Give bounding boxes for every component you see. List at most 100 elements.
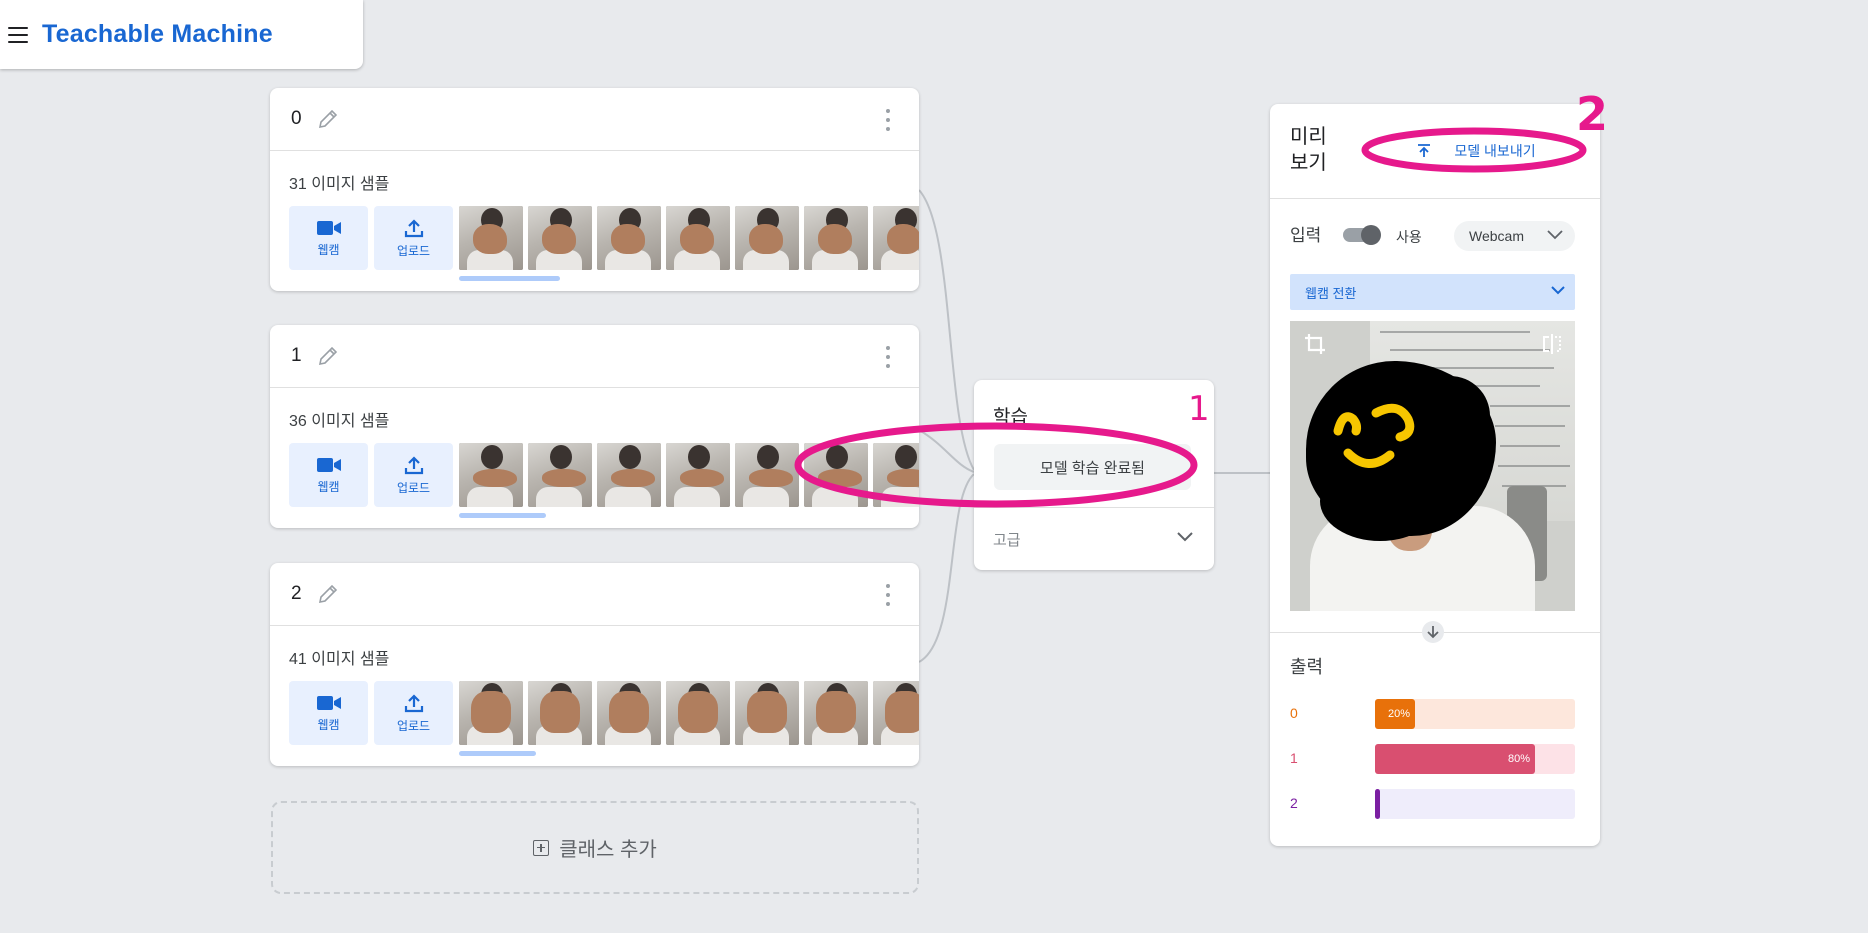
- top-bar: Teachable Machine: [0, 0, 363, 69]
- sample-thumbnails: [459, 681, 919, 745]
- toggle-knob: [1361, 225, 1381, 245]
- pencil-edit-icon[interactable]: [316, 582, 340, 606]
- divider: [1270, 198, 1600, 199]
- training-title: 학습: [993, 407, 1028, 428]
- chevron-down-icon: [1551, 286, 1565, 295]
- output-row-0: 0 20%: [1290, 699, 1575, 729]
- upload-button[interactable]: 업로드: [374, 206, 453, 270]
- class-card-header: 2: [270, 563, 919, 626]
- input-label: 입력: [1290, 226, 1322, 245]
- export-model-button[interactable]: 모델 내보내기: [1367, 133, 1585, 169]
- chevron-down-icon[interactable]: [1176, 530, 1194, 542]
- confidence-track: 80%: [1375, 744, 1575, 774]
- sample-thumbnail[interactable]: [666, 206, 730, 270]
- sample-thumbnail[interactable]: [459, 206, 523, 270]
- preview-card: 미리 보기 모델 내보내기 입력 사용 Webcam 웹캠 전환 출력 0 20…: [1270, 104, 1600, 846]
- flip-icon[interactable]: [1541, 333, 1563, 355]
- sample-thumbnail[interactable]: [597, 206, 661, 270]
- add-box-icon: [533, 839, 550, 856]
- output-label: 출력: [1290, 657, 1324, 677]
- video-camera-icon: [316, 695, 341, 710]
- sample-thumbnail[interactable]: [666, 443, 730, 507]
- add-class-button[interactable]: 클래스 추가: [271, 801, 919, 894]
- doodle-face-drawing: [1333, 403, 1415, 468]
- upload-icon: [404, 693, 423, 712]
- sample-count: 31 이미지 샘플: [289, 176, 390, 193]
- sample-thumbnail[interactable]: [735, 443, 799, 507]
- training-card: 학습 모델 학습 완료됨 고급: [974, 380, 1214, 570]
- pencil-edit-icon[interactable]: [316, 344, 340, 368]
- upload-icon: [404, 455, 423, 474]
- thumbnail-scrollbar[interactable]: [459, 513, 546, 518]
- sample-thumbnail[interactable]: [597, 681, 661, 745]
- sample-thumbnail[interactable]: [873, 681, 919, 745]
- class-name[interactable]: 2: [291, 583, 302, 605]
- class-card-0: 0 31 이미지 샘플 웹캠 업로드: [270, 88, 919, 291]
- divider: [974, 507, 1214, 508]
- upload-button[interactable]: 업로드: [374, 681, 453, 745]
- upload-button[interactable]: 업로드: [374, 443, 453, 507]
- video-camera-icon: [316, 220, 341, 235]
- thumbnail-scrollbar[interactable]: [459, 751, 536, 756]
- sample-thumbnails: [459, 443, 919, 507]
- sample-thumbnail[interactable]: [528, 681, 592, 745]
- class-name[interactable]: 0: [291, 108, 302, 130]
- export-upload-icon: [1418, 144, 1431, 157]
- sample-thumbnail[interactable]: [735, 681, 799, 745]
- wire-class-1: [918, 429, 975, 473]
- sample-thumbnail[interactable]: [804, 443, 868, 507]
- more-options-icon[interactable]: [885, 109, 891, 131]
- sample-thumbnail[interactable]: [666, 681, 730, 745]
- webcam-button[interactable]: 웹캠: [289, 443, 368, 507]
- webcam-button[interactable]: 웹캠: [289, 206, 368, 270]
- video-camera-icon: [316, 457, 341, 472]
- confidence-bar: [1375, 789, 1380, 819]
- app-logo[interactable]: Teachable Machine: [42, 20, 273, 49]
- class-card-header: 1: [270, 325, 919, 388]
- arrow-down-icon: [1422, 621, 1444, 643]
- confidence-track: [1375, 789, 1575, 819]
- crop-icon[interactable]: [1304, 333, 1326, 355]
- pencil-edit-icon[interactable]: [316, 107, 340, 131]
- webcam-button[interactable]: 웹캠: [289, 681, 368, 745]
- sample-thumbnails: [459, 206, 919, 270]
- more-options-icon[interactable]: [885, 584, 891, 606]
- sample-thumbnail[interactable]: [528, 443, 592, 507]
- confidence-bar: 80%: [1375, 744, 1535, 774]
- webcam-preview: [1290, 321, 1575, 611]
- sample-thumbnail[interactable]: [735, 206, 799, 270]
- sample-thumbnail[interactable]: [873, 443, 919, 507]
- confidence-bar: 20%: [1375, 699, 1415, 729]
- confidence-track: 20%: [1375, 699, 1575, 729]
- upload-icon: [404, 218, 423, 237]
- sample-count: 41 이미지 샘플: [289, 651, 390, 668]
- output-class-name: 0: [1290, 705, 1298, 721]
- advanced-label[interactable]: 고급: [993, 529, 1021, 550]
- sample-thumbnail[interactable]: [528, 206, 592, 270]
- train-model-button[interactable]: 모델 학습 완료됨: [994, 444, 1191, 490]
- wire-class-0: [918, 189, 975, 471]
- input-source-select[interactable]: Webcam: [1454, 221, 1575, 251]
- toggle-label: 사용: [1396, 229, 1422, 245]
- sample-thumbnail[interactable]: [459, 681, 523, 745]
- class-name[interactable]: 1: [291, 345, 302, 367]
- chevron-down-icon: [1547, 230, 1563, 240]
- sample-thumbnail[interactable]: [459, 443, 523, 507]
- switch-webcam-dropdown[interactable]: 웹캠 전환: [1290, 274, 1575, 310]
- output-class-name: 1: [1290, 750, 1298, 766]
- more-options-icon[interactable]: [885, 346, 891, 368]
- hamburger-menu-icon[interactable]: [8, 26, 28, 43]
- class-card-1: 1 36 이미지 샘플 웹캠 업로드: [270, 325, 919, 528]
- output-row-1: 1 80%: [1290, 744, 1575, 774]
- wire-class-2: [918, 473, 975, 663]
- sample-thumbnail[interactable]: [804, 681, 868, 745]
- preview-title: 미리 보기: [1290, 126, 1327, 174]
- output-row-2: 2: [1290, 789, 1575, 819]
- thumbnail-scrollbar[interactable]: [459, 276, 560, 281]
- sample-thumbnail[interactable]: [804, 206, 868, 270]
- input-toggle[interactable]: [1343, 225, 1381, 245]
- class-card-header: 0: [270, 88, 919, 151]
- sample-thumbnail[interactable]: [597, 443, 661, 507]
- sample-count: 36 이미지 샘플: [289, 413, 390, 430]
- sample-thumbnail[interactable]: [873, 206, 919, 270]
